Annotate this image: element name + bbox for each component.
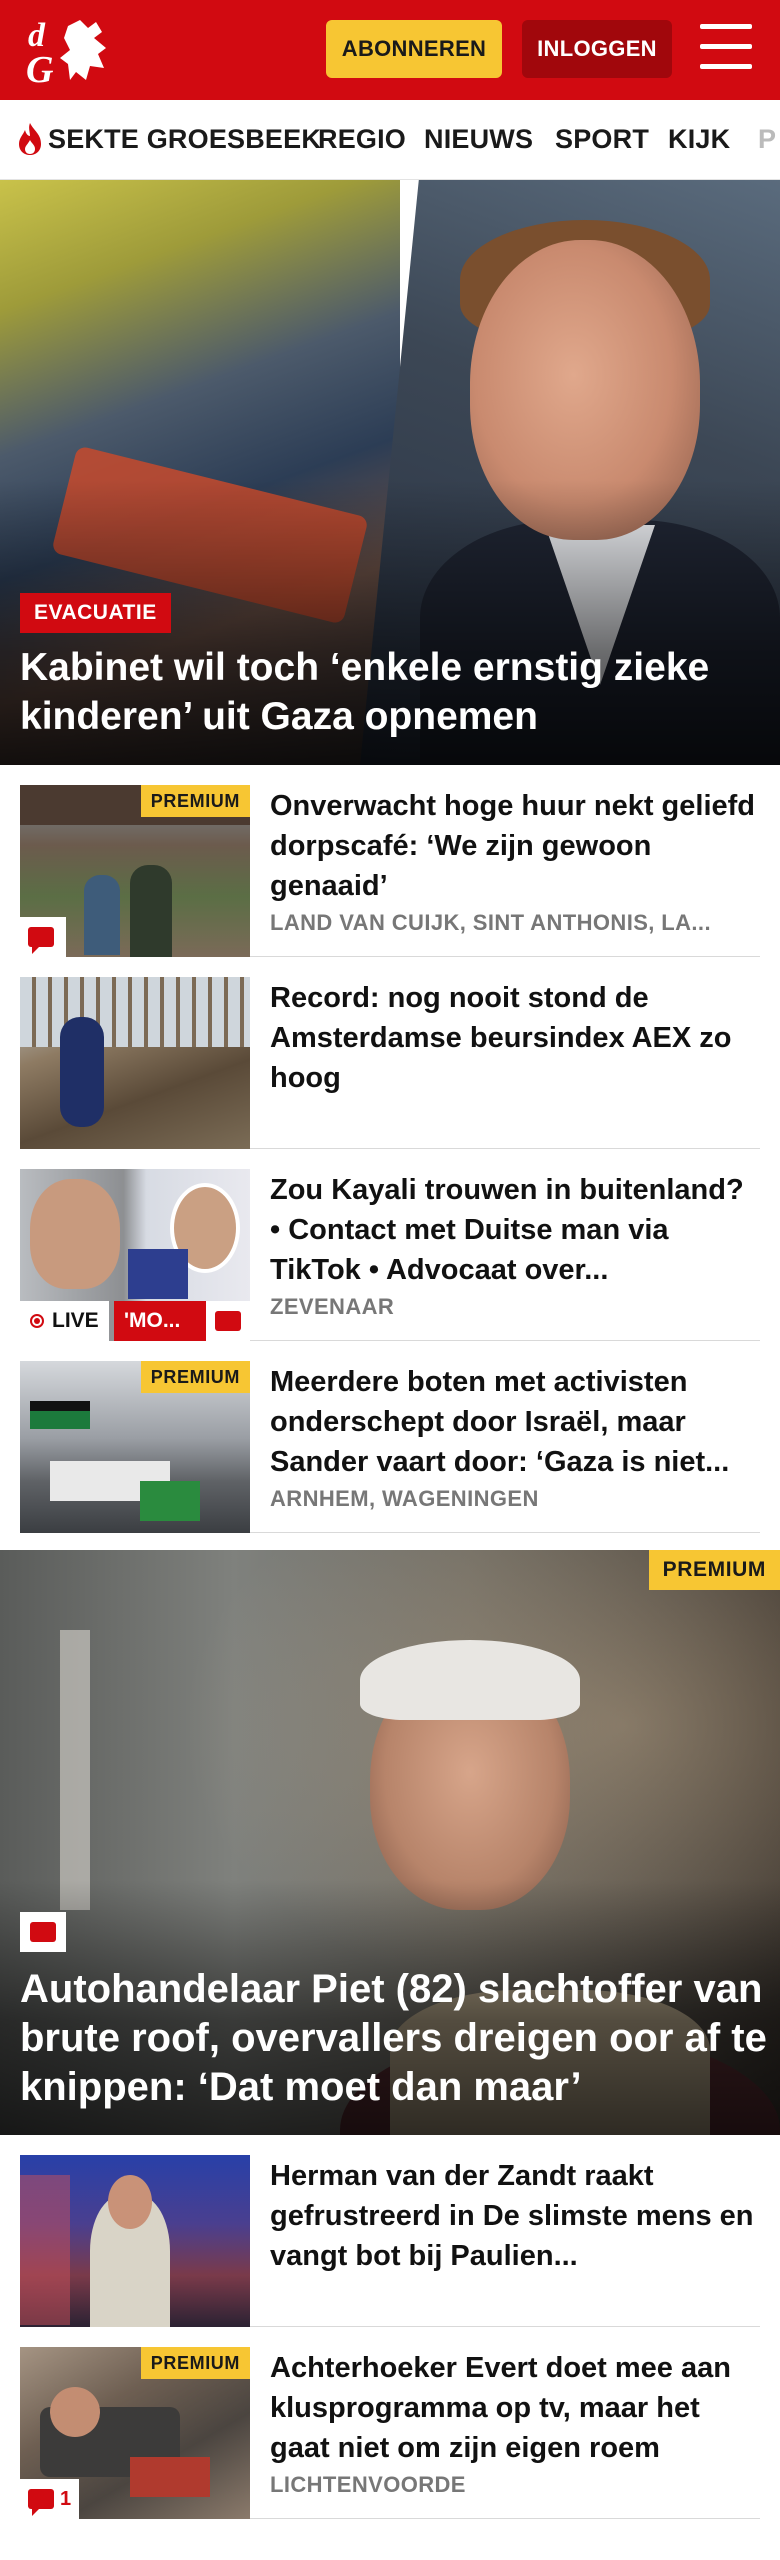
- article-location: ZEVENAAR: [270, 1294, 395, 1319]
- article-thumbnail: [20, 2155, 250, 2327]
- article-row[interactable]: Herman van der Zandt raakt gefrustreerd …: [20, 2135, 760, 2327]
- nav-item-nieuws[interactable]: NIEUWS: [424, 124, 533, 155]
- article-thumbnail: LIVE 'MO...: [20, 1169, 250, 1341]
- section-nav: SEKTE GROESBEEK REGIO NIEUWS SPORT KIJK …: [0, 100, 780, 180]
- comment-icon: [30, 1922, 56, 1942]
- nav-item-regio[interactable]: REGIO: [318, 124, 406, 155]
- article-thumbnail: PREMIUM: [20, 785, 250, 957]
- site-header: d G ABONNEREN INLOGGEN: [0, 0, 780, 100]
- comment-badge[interactable]: [20, 1912, 66, 1952]
- nav-item-sport[interactable]: SPORT: [555, 124, 649, 155]
- hero-tag: EVACUATIE: [20, 593, 171, 633]
- live-badge[interactable]: LIVE: [20, 1301, 109, 1341]
- premium-badge: PREMIUM: [140, 1361, 250, 1393]
- article-row[interactable]: PREMIUM Meerdere boten met activisten on…: [20, 1341, 760, 1533]
- article-thumbnail: PREMIUM 1: [20, 2347, 250, 2519]
- hero-title[interactable]: Kabinet wil toch ‘enkele ernstig zieke k…: [20, 643, 760, 741]
- article-row[interactable]: Record: nog nooit stond de Amsterdamse b…: [20, 957, 760, 1149]
- feature-article[interactable]: PREMIUM Autohandelaar Piet (82) slachtof…: [0, 1550, 780, 2135]
- article-row[interactable]: LIVE 'MO... Zou Kayali trouwen in buiten…: [20, 1149, 760, 1341]
- comment-icon: [215, 1311, 241, 1331]
- article-title[interactable]: Achterhoeker Evert doet mee aan klusprog…: [270, 2348, 760, 2468]
- nav-item-sekte-groesbeek[interactable]: SEKTE GROESBEEK: [48, 124, 321, 155]
- premium-badge: PREMIUM: [140, 785, 250, 817]
- article-title[interactable]: Zou Kayali trouwen in buitenland? • Cont…: [270, 1170, 760, 1290]
- article-thumbnail: [20, 977, 250, 1149]
- menu-icon[interactable]: [700, 24, 752, 72]
- live-label: LIVE: [52, 1309, 99, 1332]
- hero-article[interactable]: EVACUATIE Kabinet wil toch ‘enkele ernst…: [0, 180, 780, 765]
- premium-badge: PREMIUM: [648, 1550, 780, 1590]
- article-location: LICHTENVOORDE: [270, 2472, 466, 2497]
- comment-badge[interactable]: [20, 917, 66, 957]
- login-button[interactable]: INLOGGEN: [522, 20, 672, 78]
- comment-icon: [28, 2489, 54, 2516]
- article-row[interactable]: PREMIUM 1 Achterhoeker Evert doet mee aa…: [20, 2327, 760, 2519]
- comment-icon: [28, 927, 54, 954]
- article-title[interactable]: Herman van der Zandt raakt gefrustreerd …: [270, 2156, 760, 2276]
- premium-badge: PREMIUM: [140, 2347, 250, 2379]
- comment-badge[interactable]: [206, 1301, 250, 1341]
- article-thumbnail: PREMIUM: [20, 1361, 250, 1533]
- article-location: LAND VAN CUIJK, SINT ANTHONIS, LA...: [270, 910, 711, 935]
- subscribe-button[interactable]: ABONNEREN: [326, 20, 502, 78]
- article-location: ARNHEM, WAGENINGEN: [270, 1486, 539, 1511]
- comment-count: 1: [60, 2487, 72, 2510]
- article-title[interactable]: Record: nog nooit stond de Amsterdamse b…: [270, 978, 760, 1098]
- article-row[interactable]: PREMIUM Onverwacht hoge huur nekt gelief…: [20, 765, 760, 957]
- feature-title[interactable]: Autohandelaar Piet (82) slachtoffer van …: [20, 1965, 770, 2112]
- live-dot-icon: [30, 1314, 44, 1328]
- svg-text:G: G: [26, 49, 54, 86]
- flame-icon: [16, 122, 44, 156]
- nav-item-more[interactable]: P: [758, 124, 776, 155]
- site-logo[interactable]: d G: [24, 14, 116, 86]
- article-title[interactable]: Meerdere boten met activisten onderschep…: [270, 1362, 760, 1482]
- comment-badge[interactable]: 1: [20, 2479, 80, 2519]
- article-title[interactable]: Onverwacht hoge huur nekt geliefd dorpsc…: [270, 786, 760, 906]
- nav-item-kijk[interactable]: KIJK: [668, 124, 730, 155]
- live-topic[interactable]: 'MO...: [114, 1301, 206, 1341]
